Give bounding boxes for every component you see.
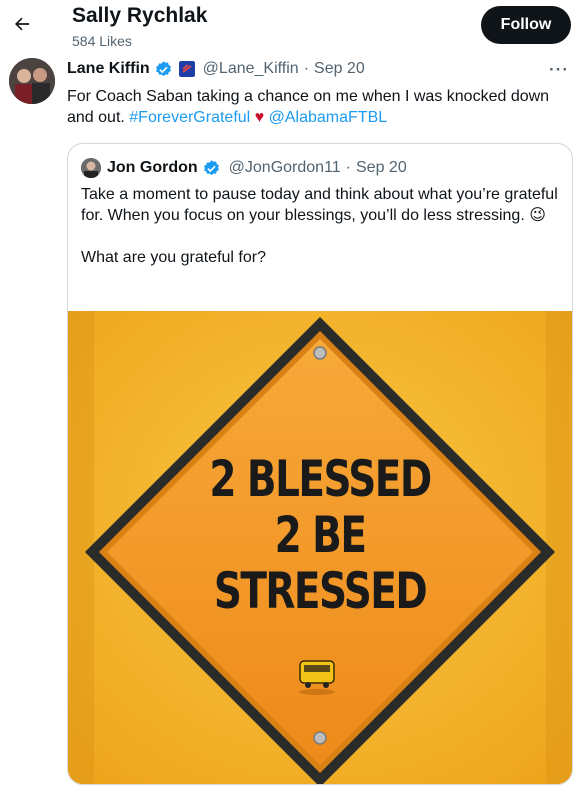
profile-header: Sally Rychlak 584 Likes Follow: [0, 0, 575, 56]
more-options-button[interactable]: ···: [549, 60, 571, 79]
arrow-left-icon: [15, 17, 30, 31]
likes-count: 584 Likes: [72, 33, 132, 49]
quote-text: Take a moment to pause today and think a…: [81, 184, 561, 268]
mention-link[interactable]: @AlabamaFTBL: [269, 109, 388, 126]
tweet-header: Lane Kiffin @Lane_Kiffin · Sep 20: [67, 58, 365, 80]
tweet-date[interactable]: Sep 20: [314, 60, 365, 78]
page-title: Sally Rychlak: [72, 4, 208, 27]
school-bus-icon: [299, 660, 335, 695]
separator-dot: ·: [345, 159, 351, 176]
hashtag-link[interactable]: #ForeverGrateful: [129, 109, 250, 126]
quote-tweet-card[interactable]: Jon Gordon @JonGordon11 · Sep 20 Take a …: [67, 143, 573, 785]
quote-media-image[interactable]: 2 BLESSED 2 BE STRESSED: [68, 311, 572, 784]
author-name[interactable]: Lane Kiffin: [67, 60, 150, 78]
follow-button[interactable]: Follow: [481, 6, 571, 44]
sign-line-1: 2 BLESSED: [209, 450, 432, 508]
sign-text: 2 BLESSED 2 BE STRESSED: [123, 451, 516, 619]
quote-author-name[interactable]: Jon Gordon: [107, 159, 198, 177]
tweet-text: For Coach Saban taking a chance on me wh…: [67, 86, 567, 128]
heart-icon: ♥: [254, 109, 265, 126]
quote-avatar: [81, 158, 101, 178]
avatar[interactable]: [9, 58, 55, 104]
quote-paragraph-1: Take a moment to pause today and think a…: [81, 186, 558, 224]
sign-line-2: 2 BE: [274, 506, 367, 564]
verified-badge-icon: [155, 60, 171, 76]
quote-header: Jon Gordon @JonGordon11 · Sep 20: [81, 157, 407, 179]
quote-handle[interactable]: @JonGordon11: [229, 159, 341, 177]
quote-paragraph-2: What are you grateful for?: [81, 249, 266, 266]
sign-line-3: STRESSED: [213, 562, 428, 620]
separator-dot: ·: [303, 60, 310, 77]
author-handle[interactable]: @Lane_Kiffin: [203, 60, 299, 78]
back-button[interactable]: [8, 8, 36, 40]
verified-badge-icon: [203, 159, 219, 175]
affiliate-badge-icon: [178, 61, 195, 77]
quote-date[interactable]: Sep 20: [356, 159, 407, 177]
